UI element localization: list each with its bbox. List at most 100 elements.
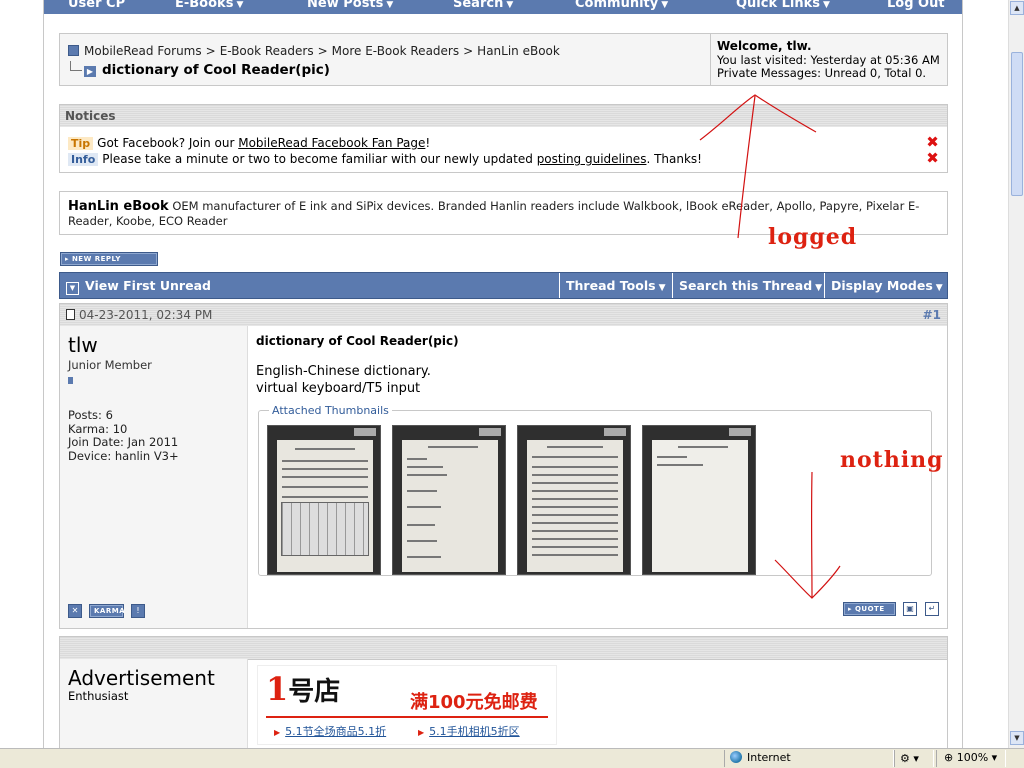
chevron-down-icon: ▼ [658, 283, 666, 293]
private-messages-link[interactable]: Private Messages: Unread 0, Total 0. [717, 66, 948, 81]
zoom-level: 100% [956, 751, 989, 764]
thread-tools-menu[interactable]: Thread Tools ▼ [559, 273, 672, 298]
nav-user-cp[interactable]: User CP [68, 0, 125, 11]
crumb-hanlin-ebook[interactable]: HanLin eBook [477, 44, 560, 58]
forum-name: HanLin eBook [68, 199, 169, 214]
forum-home-icon[interactable] [68, 45, 79, 56]
scroll-down-icon[interactable]: ▼ [1010, 731, 1024, 745]
nav-new-posts[interactable]: New Posts ▼ [307, 0, 393, 11]
tree-branch-icon [70, 61, 82, 71]
nav-ebooks[interactable]: E-Books ▼ [175, 0, 243, 11]
search-thread-menu[interactable]: Search this Thread ▼ [672, 273, 824, 298]
chevron-down-icon: ▼ [236, 0, 244, 10]
reader-screen-empty [652, 440, 748, 572]
security-zone[interactable]: Internet [730, 751, 791, 764]
logo-number: 1 [266, 670, 289, 708]
nav-label: New Posts [307, 0, 384, 11]
chevron-down-icon: ▼ [506, 0, 514, 10]
view-first-unread-label: View First Unread [85, 278, 211, 293]
post-line: English-Chinese dictionary. [256, 364, 431, 379]
nav-label: Community [575, 0, 659, 11]
alert-icon[interactable]: ! [131, 604, 145, 618]
annotation-logged: logged [768, 224, 858, 250]
navbar-breadcrumb-box: MobileRead Forums > E-Book Readers > More E-… [59, 33, 948, 86]
ad-divider [266, 716, 548, 718]
ad-headline: 满100元免邮费 [410, 692, 538, 713]
zoom-control[interactable]: ⊕ 100% ▾ [944, 751, 997, 764]
protected-mode-icon[interactable]: ⚙ ▾ [900, 752, 919, 765]
welcome-panel: Welcome, tlw. You last visited: Yesterda… [710, 34, 948, 85]
logo-text: 号店 [288, 677, 341, 707]
posting-guidelines-link[interactable]: posting guidelines [537, 152, 647, 166]
nav-label: Search [453, 0, 504, 11]
ad-username: Advertisement [68, 666, 215, 690]
post-body: dictionary of Cool Reader(pic) English-C… [256, 334, 942, 576]
thumbnail-image[interactable] [392, 425, 506, 575]
notice-text: Please take a minute or two to become fa… [102, 152, 537, 166]
dismiss-notice-icon[interactable]: ✖ [926, 135, 939, 150]
karma-button[interactable]: KARMA [89, 604, 126, 618]
thumbnail-image[interactable] [517, 425, 631, 575]
notice-text: ! [425, 136, 431, 150]
notice-info: Info Please take a minute or two to becom… [68, 152, 702, 166]
post-username[interactable]: tlw [68, 334, 239, 356]
welcome-greeting: Welcome, tlw. [717, 39, 812, 53]
quote-button[interactable]: ▸ QUOTE [843, 602, 896, 616]
post-title: dictionary of Cool Reader(pic) [256, 334, 459, 348]
scroll-up-icon[interactable]: ▲ [1010, 1, 1024, 15]
nav-community[interactable]: Community ▼ [575, 0, 668, 11]
thread-arrow-icon[interactable]: ▶ [84, 66, 96, 77]
first-unread-icon: ▼ [66, 282, 79, 295]
crumb-separator: > [463, 44, 474, 58]
dismiss-notice-icon[interactable]: ✖ [926, 151, 939, 166]
nav-quick-links[interactable]: Quick Links ▼ [736, 0, 830, 11]
nav-label: User CP [68, 0, 126, 11]
crumb-ebook-readers[interactable]: E-Book Readers [220, 44, 314, 58]
thumbnail-image[interactable] [267, 425, 381, 575]
device-badge [479, 428, 501, 436]
thumbnail-image[interactable] [642, 425, 756, 575]
display-modes-menu[interactable]: Display Modes ▼ [824, 273, 948, 298]
breadcrumb: MobileRead Forums > E-Book Readers > More E-… [68, 44, 560, 78]
notice-tag-info: Info [68, 153, 99, 166]
advertisement-post: Advertisement Enthusiast 1号店 满100元免邮费 5.… [59, 659, 948, 748]
post-number-link[interactable]: #1 [923, 304, 941, 326]
new-reply-label: NEW REPLY [71, 255, 121, 263]
chevron-down-icon: ▼ [661, 0, 669, 10]
notice-tip: Tip Got Facebook? Join our MobileRead Fac… [68, 136, 430, 150]
multi-quote-icon[interactable]: ▣ [903, 602, 917, 616]
nav-log-out[interactable]: Log Out [887, 0, 945, 11]
notice-text: Got Facebook? Join our [97, 136, 239, 150]
new-reply-button[interactable]: ▸ NEW REPLY [60, 252, 158, 266]
report-post-icon[interactable]: ✕ [68, 604, 82, 618]
crumb-separator: > [317, 44, 328, 58]
crumb-mobileread-forums[interactable]: MobileRead Forums [84, 44, 202, 58]
post-message: English-Chinese dictionary. virtual keyb… [256, 363, 942, 397]
globe-icon [730, 751, 742, 763]
scrollbar-thumb[interactable] [1011, 52, 1023, 196]
page-gutter-left [0, 0, 43, 748]
user-join-date: Join Date: Jan 2011 [68, 435, 179, 449]
search-thread-label: Search this Thread [679, 278, 813, 293]
ad-promo-link[interactable]: 5.1手机相机5折区 [418, 723, 520, 739]
facebook-fan-page-link[interactable]: MobileRead Facebook Fan Page [238, 136, 425, 150]
thread-title: dictionary of Cool Reader(pic) [102, 62, 330, 78]
view-first-unread-button[interactable]: ▼ View First Unread [60, 273, 211, 298]
nav-label: E-Books [175, 0, 234, 11]
reader-screen-text [527, 440, 623, 572]
ad-banner[interactable]: 1号店 满100元免邮费 5.1节全场商品5.1折 5.1手机相机5折区 [257, 665, 557, 745]
vertical-scrollbar[interactable]: ▲ ▼ [1008, 0, 1024, 748]
user-stats: Posts: 6 Karma: 10 Join Date: Jan 2011 D… [68, 408, 239, 463]
post-icon [66, 309, 75, 320]
ad-promo-link[interactable]: 5.1节全场商品5.1折 [274, 723, 386, 739]
nav-search[interactable]: Search ▼ [453, 0, 513, 11]
karma-label: KARMA [94, 607, 126, 615]
crumb-more-ebook-readers[interactable]: More E-Book Readers [332, 44, 459, 58]
quick-reply-icon[interactable]: ↵ [925, 602, 939, 616]
chevron-down-icon: ▼ [386, 0, 394, 10]
notices-box: Notices Tip Got Facebook? Join our Mobile… [59, 104, 948, 173]
ad-user-pane: Advertisement Enthusiast [60, 659, 248, 748]
chevron-down-icon: ▼ [823, 0, 830, 10]
chevron-down-icon: ▾ [991, 751, 998, 764]
thread-tools-label: Thread Tools [566, 278, 656, 293]
